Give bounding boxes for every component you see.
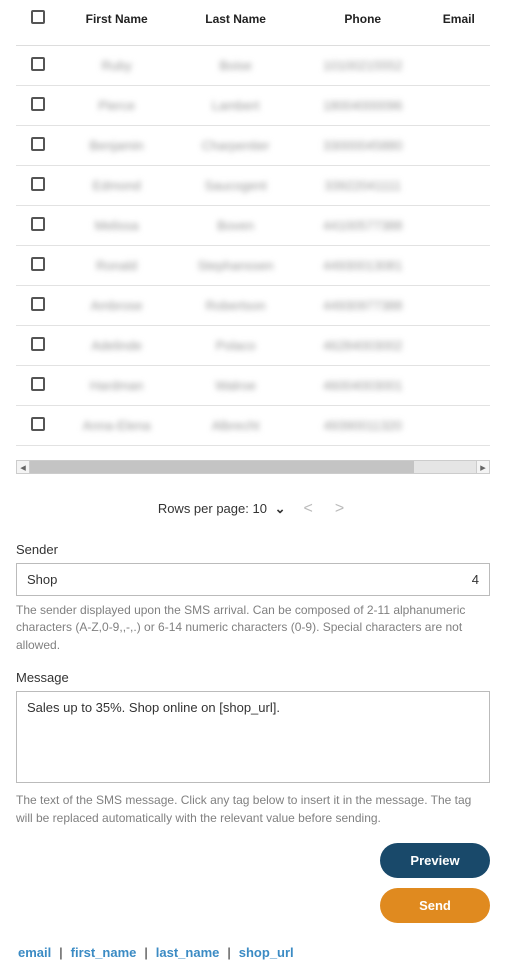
row-checkbox[interactable] — [31, 217, 45, 231]
contacts-table-wrap: First Name Last Name Phone Email Ruby Boi… — [16, 0, 490, 446]
select-all-header — [16, 0, 60, 46]
scroll-right-arrow[interactable]: ▸ — [476, 460, 490, 474]
table-row: Benjamin Charpentier 33000045880 — [16, 126, 490, 166]
actions: Preview Send — [16, 843, 490, 923]
table-row: Hardman Walroe 46004003001 — [16, 366, 490, 406]
table-row: Ronald Stephanssen 44930013081 — [16, 246, 490, 286]
table-row: Pierce Lambert 18004000096 — [16, 86, 490, 126]
tag-email[interactable]: email — [16, 945, 53, 960]
row-checkbox[interactable] — [31, 337, 45, 351]
cell-phone: 44100577388 — [323, 218, 403, 233]
table-row: Anna-Elena Albrecht 49390011320 — [16, 406, 490, 446]
prev-page-button[interactable]: < — [300, 500, 317, 518]
cell-last-name: Boise — [219, 58, 252, 73]
cell-phone: 46004003001 — [323, 378, 403, 393]
column-header-first-name[interactable]: First Name — [60, 0, 173, 46]
pagination: Rows per page: 10 ⌄ < > — [16, 484, 490, 542]
cell-first-name: Melissa — [95, 218, 139, 233]
contacts-table: First Name Last Name Phone Email Ruby Boi… — [16, 0, 490, 446]
tag-separator: | — [221, 945, 236, 960]
cell-last-name: Walroe — [215, 378, 256, 393]
row-checkbox[interactable] — [31, 257, 45, 271]
cell-first-name: Benjamin — [90, 138, 144, 153]
cell-first-name: Ambrose — [91, 298, 143, 313]
tag-last-name[interactable]: last_name — [154, 945, 222, 960]
sender-field-wrap: 4 — [16, 563, 490, 596]
column-header-last-name[interactable]: Last Name — [173, 0, 298, 46]
row-checkbox[interactable] — [31, 97, 45, 111]
cell-phone: 49390011320 — [323, 418, 402, 433]
table-row: Edmond Saucogent 33922041111 — [16, 166, 490, 206]
column-header-email[interactable]: Email — [428, 0, 490, 46]
cell-last-name: Saucogent — [205, 178, 267, 193]
tag-separator: | — [138, 945, 153, 960]
horizontal-scrollbar[interactable]: ◂ ▸ — [16, 458, 490, 476]
cell-first-name: Anna-Elena — [83, 418, 151, 433]
column-header-phone[interactable]: Phone — [298, 0, 428, 46]
message-textarea[interactable] — [16, 691, 490, 783]
cell-phone: 10100215552 — [323, 58, 403, 73]
cell-first-name: Ruby — [101, 58, 131, 73]
scroll-track[interactable] — [30, 460, 476, 474]
cell-last-name: Lambert — [212, 98, 260, 113]
select-all-checkbox[interactable] — [31, 10, 45, 24]
cell-phone: 33000045880 — [323, 138, 403, 153]
row-checkbox[interactable] — [31, 177, 45, 191]
cell-phone: 18004000096 — [323, 98, 403, 113]
cell-last-name: Charpentier — [202, 138, 270, 153]
sender-char-counter: 4 — [472, 572, 479, 587]
cell-first-name: Pierce — [98, 98, 135, 113]
cell-first-name: Adelinde — [91, 338, 142, 353]
row-checkbox[interactable] — [31, 377, 45, 391]
rows-per-page-label: Rows per page: — [158, 501, 249, 516]
message-label: Message — [16, 670, 490, 685]
tag-shop-url[interactable]: shop_url — [237, 945, 296, 960]
cell-last-name: Polaco — [216, 338, 256, 353]
cell-last-name: Boven — [217, 218, 254, 233]
next-page-button[interactable]: > — [331, 500, 348, 518]
message-help-text: The text of the SMS message. Click any t… — [16, 792, 490, 827]
cell-last-name: Stephanssen — [198, 258, 274, 273]
sender-help-text: The sender displayed upon the SMS arriva… — [16, 602, 490, 654]
rows-per-page-value: 10 — [253, 501, 267, 516]
chevron-down-icon: ⌄ — [271, 501, 286, 516]
insert-tags: email|first_name|last_name|shop_url — [16, 945, 490, 980]
table-row: Adelinde Polaco 46284003002 — [16, 326, 490, 366]
row-checkbox[interactable] — [31, 297, 45, 311]
cell-first-name: Hardman — [90, 378, 143, 393]
row-checkbox[interactable] — [31, 137, 45, 151]
cell-first-name: Ronald — [96, 258, 137, 273]
cell-phone: 33922041111 — [324, 178, 401, 193]
table-row: Ambrose Robertson 44930977388 — [16, 286, 490, 326]
tag-first-name[interactable]: first_name — [69, 945, 139, 960]
cell-phone: 44930977388 — [323, 298, 403, 313]
row-checkbox[interactable] — [31, 417, 45, 431]
sender-input[interactable] — [27, 572, 472, 587]
cell-last-name: Robertson — [206, 298, 266, 313]
sender-label: Sender — [16, 542, 490, 557]
table-row: Melissa Boven 44100577388 — [16, 206, 490, 246]
cell-phone: 44930013081 — [323, 258, 403, 273]
row-checkbox[interactable] — [31, 57, 45, 71]
scroll-left-arrow[interactable]: ◂ — [16, 460, 30, 474]
scroll-thumb[interactable] — [30, 461, 414, 473]
cell-last-name: Albrecht — [212, 418, 260, 433]
rows-per-page[interactable]: Rows per page: 10 ⌄ — [158, 501, 286, 517]
cell-first-name: Edmond — [92, 178, 140, 193]
cell-phone: 46284003002 — [323, 338, 403, 353]
preview-button[interactable]: Preview — [380, 843, 490, 878]
tag-separator: | — [53, 945, 68, 960]
send-button[interactable]: Send — [380, 888, 490, 923]
table-row: Ruby Boise 10100215552 — [16, 46, 490, 86]
